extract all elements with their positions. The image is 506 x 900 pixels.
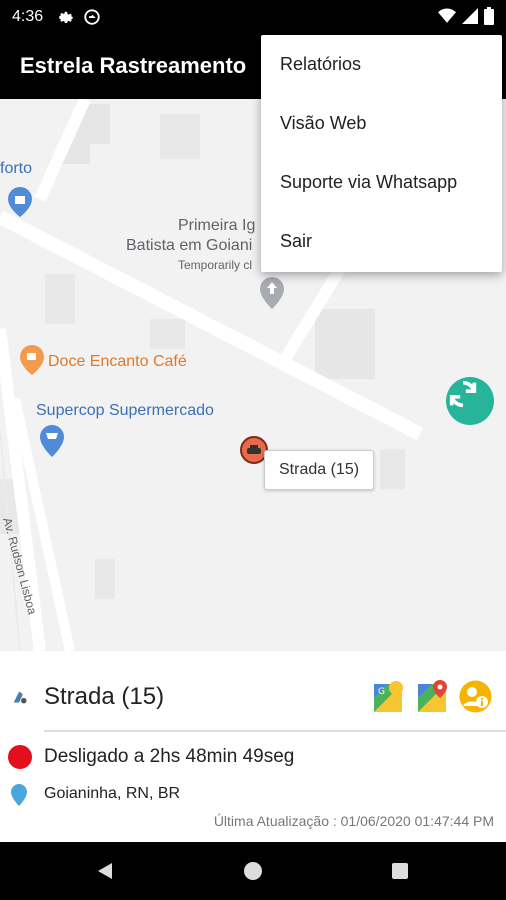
system-nav-bar — [0, 842, 506, 900]
refresh-button[interactable] — [446, 377, 494, 425]
signal-icon — [462, 8, 478, 29]
map-label-cafe: Doce Encanto Café — [48, 353, 187, 370]
refresh-icon — [449, 380, 477, 408]
menu-item-sair[interactable]: Sair — [261, 212, 502, 271]
map-label-church-2: Batista em Goiani — [126, 237, 253, 254]
google-maps-icon[interactable]: G — [372, 680, 405, 713]
car-icon — [247, 445, 261, 454]
menu-item-suporte-whatsapp[interactable]: Suporte via Whatsapp — [261, 153, 502, 212]
divider — [44, 730, 506, 732]
battery-icon — [484, 7, 494, 30]
recents-button[interactable] — [390, 861, 410, 881]
svg-text:G: G — [378, 687, 385, 697]
status-bar: 4:36 — [0, 0, 506, 33]
wifi-icon — [438, 8, 456, 29]
map-label-church-1: Primeira Ig — [178, 217, 256, 234]
gear-icon — [57, 8, 75, 26]
map-label-supermarket: Supercop Supermercado — [36, 402, 214, 419]
user-info-icon[interactable] — [459, 680, 492, 713]
map-label-conforto: forto — [0, 160, 33, 177]
google-maps-pin-icon[interactable] — [416, 680, 449, 713]
ignition-status: Desligado a 2hs 48min 49seg — [44, 746, 295, 767]
menu-item-visao-web[interactable]: Visão Web — [261, 94, 502, 153]
home-button[interactable] — [243, 861, 263, 881]
sync-icon — [83, 8, 101, 26]
vehicle-icon — [10, 686, 32, 708]
map-label-church-note: Temporarily cl — [178, 258, 253, 272]
vehicle-name: Strada (15) — [44, 683, 165, 710]
status-indicator — [8, 745, 32, 769]
menu-item-relatorios[interactable]: Relatórios — [261, 35, 502, 94]
location-pin-icon — [11, 784, 27, 806]
back-button[interactable] — [96, 861, 116, 881]
marker-tooltip[interactable]: Strada (15) — [264, 450, 375, 490]
last-update-text: Última Atualização : 01/06/2020 01:47:44… — [213, 813, 494, 829]
location-text: Goianinha, RN, BR — [44, 785, 181, 802]
vehicle-header: Strada (15) G — [0, 651, 506, 731]
vehicle-info-panel: Strada (15) G Desligado a 2hs 48min 49se… — [0, 651, 506, 842]
clock: 4:36 — [12, 7, 44, 25]
app-title: Estrela Rastreamento — [20, 53, 247, 78]
overflow-menu: Relatórios Visão Web Suporte via Whatsap… — [261, 35, 502, 272]
